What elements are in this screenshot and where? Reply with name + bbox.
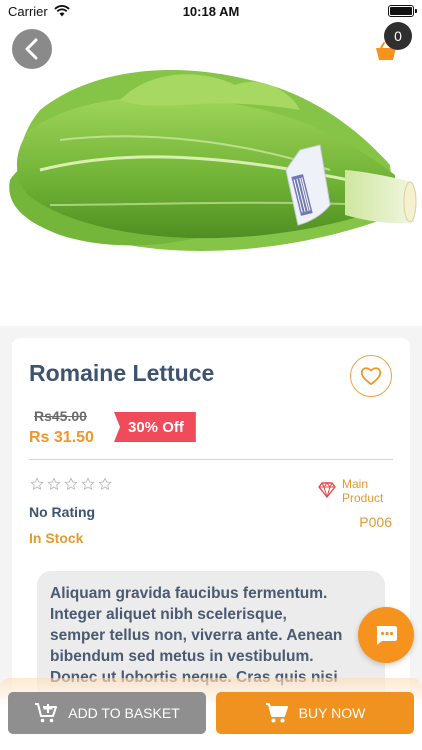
product-description: Aliquam gravida faucibus fermentum. Inte… [50, 585, 343, 686]
product-detail-screen: Carrier 10:18 AM 0 Romaine Lettuce Rs45.… [0, 0, 422, 750]
product-code: P006 [359, 514, 392, 530]
heart-icon [360, 367, 382, 386]
product-image [9, 70, 417, 251]
bottom-action-bar: ADD TO BASKET BUY NOW [0, 678, 422, 750]
rating-text: No Rating [29, 504, 96, 520]
star-icon [30, 477, 44, 490]
buy-now-button[interactable]: BUY NOW [216, 692, 414, 734]
rating-stars [30, 477, 112, 491]
star-icon [81, 477, 95, 490]
chevron-left-icon [25, 38, 38, 60]
sale-price: Rs 31.50 [29, 429, 94, 446]
status-bar: Carrier 10:18 AM [0, 0, 422, 22]
product-image-area [0, 0, 422, 326]
original-price: Rs45.00 [34, 408, 87, 424]
add-to-basket-button[interactable]: ADD TO BASKET [8, 692, 206, 734]
main-product-label-line2: Product [342, 491, 384, 505]
cart-icon [265, 703, 288, 723]
back-button[interactable] [12, 29, 52, 69]
product-title: Romaine Lettuce [29, 360, 215, 386]
star-icon [64, 477, 78, 490]
add-to-cart-icon [35, 703, 58, 723]
buy-now-label: BUY NOW [298, 705, 366, 721]
chat-icon [376, 626, 397, 645]
cart-button[interactable]: 0 [372, 22, 412, 66]
wifi-icon [54, 5, 70, 17]
cart-count-badge: 0 [384, 22, 412, 50]
star-icon [98, 477, 112, 490]
main-product-label-line1: Main [342, 477, 369, 491]
carrier-label: Carrier [8, 3, 48, 19]
battery-icon [388, 5, 417, 17]
star-icon [47, 477, 61, 490]
status-left: Carrier [8, 4, 70, 19]
main-product-tag: Main Product [318, 477, 383, 505]
divider [29, 459, 393, 460]
discount-badge: 30% Off [114, 412, 196, 442]
favorite-button[interactable] [350, 355, 392, 397]
stock-status: In Stock [29, 530, 84, 546]
battery-level [390, 7, 412, 15]
add-to-basket-label: ADD TO BASKET [68, 705, 180, 721]
diamond-icon [318, 482, 336, 498]
chat-button[interactable] [358, 607, 414, 663]
